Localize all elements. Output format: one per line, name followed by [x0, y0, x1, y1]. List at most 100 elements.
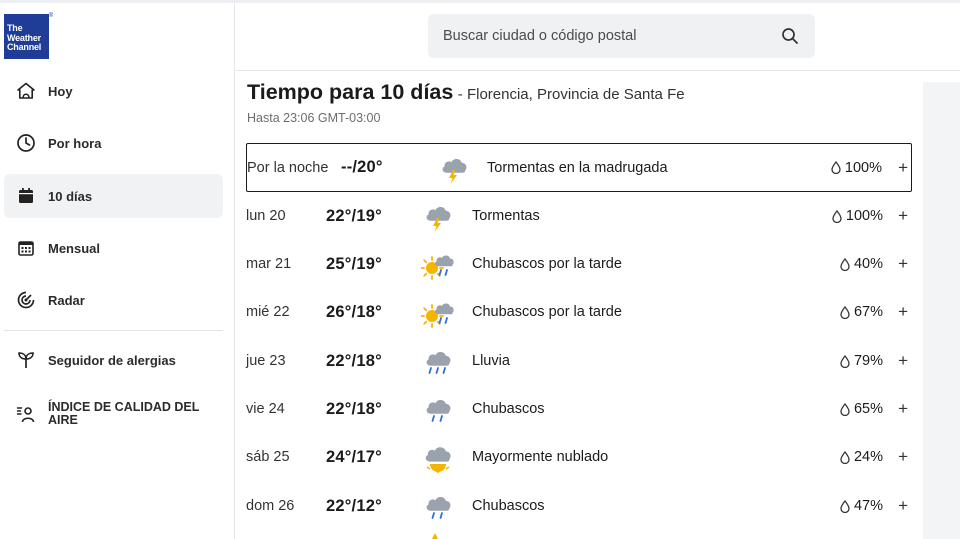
- calendar-icon: [16, 186, 36, 206]
- mostly-cloudy-icon: [425, 447, 451, 473]
- precip-chance: 47%: [840, 498, 883, 514]
- raindrop-icon: [840, 499, 850, 513]
- page-title: Tiempo para 10 días: [247, 80, 454, 104]
- forecast-description: Chubascos por la tarde: [472, 256, 622, 272]
- search-icon[interactable]: [780, 26, 800, 46]
- forecast-description: Mayormente nublado: [472, 449, 609, 465]
- shower-cloud-icon: [426, 496, 451, 519]
- forecast-temp: 22°/18°: [326, 351, 382, 370]
- forecast-day: dom 26: [246, 498, 295, 514]
- rain-cloud-icon: [426, 351, 451, 374]
- forecast-row[interactable]: mar 21 25°/19° Chubascos por la tarde 40…: [246, 240, 912, 288]
- forecast-description: Lluvia: [472, 353, 510, 369]
- precip-value: 65%: [853, 401, 883, 417]
- forecast-description: Chubascos: [472, 401, 545, 417]
- forecast-day: sáb 25: [246, 449, 290, 465]
- forecast-temp: 25°/19°: [326, 254, 382, 273]
- expand-icon[interactable]: +: [898, 496, 908, 516]
- search-input[interactable]: [443, 28, 780, 44]
- expand-icon[interactable]: +: [898, 206, 908, 226]
- plant-icon: [16, 350, 36, 370]
- forecast-day: mié 22: [246, 304, 290, 320]
- precip-value: 100%: [845, 208, 883, 224]
- forecast-day: jue 23: [246, 353, 286, 369]
- search-bar: [428, 14, 815, 58]
- forecast-description: Chubascos por la tarde: [472, 304, 622, 320]
- sidebar-item-label: Seguidor de alergias: [48, 352, 176, 368]
- precip-value: 47%: [853, 498, 883, 514]
- forecast-description: Tormentas en la madrugada: [487, 159, 668, 176]
- sidebar-item-hoy[interactable]: Hoy: [4, 69, 223, 113]
- forecast-day: vie 24: [246, 401, 285, 417]
- forecast-temp: 22°/19°: [326, 206, 382, 225]
- right-gutter: [923, 82, 960, 539]
- sidebar: The Weather Channel ® Hoy Por hora 10 dí…: [0, 3, 235, 539]
- forecast-temp: 26°/18°: [326, 302, 382, 321]
- sidebar-divider: [4, 330, 223, 331]
- sidebar-item-mensual[interactable]: Mensual: [4, 226, 223, 270]
- precip-value: 79%: [853, 353, 883, 369]
- forecast-temp: 24°/17°: [326, 447, 382, 466]
- forecast-row[interactable]: vie 24 22°/18° Chubascos 65% +: [246, 385, 912, 433]
- expand-icon[interactable]: +: [898, 158, 908, 178]
- forecast-row[interactable]: sáb 25 24°/17° Mayormente nublado 24% +: [246, 433, 912, 481]
- forecast-day: mar 21: [246, 256, 292, 272]
- page-heading: Tiempo para 10 días - Florencia, Provinc…: [247, 80, 685, 105]
- precip-value: 40%: [853, 256, 883, 272]
- raindrop-icon: [840, 354, 850, 368]
- raindrop-icon: [840, 257, 850, 271]
- forecast-row[interactable]: Por la noche --/20° Tormentas en la madr…: [246, 143, 912, 192]
- raindrop-icon: [840, 305, 850, 319]
- sidebar-item-label: Por hora: [48, 135, 102, 151]
- sidebar-item-calidad-aire[interactable]: ÍNDICE DE CALIDAD DEL AIRE: [4, 392, 223, 436]
- precip-chance: 40%: [840, 256, 883, 272]
- forecast-day: lun 20: [246, 208, 286, 224]
- precip-chance: 67%: [840, 304, 883, 320]
- sidebar-item-label: Radar: [48, 292, 85, 308]
- precip-value: 67%: [853, 304, 883, 320]
- sidebar-item-label: Mensual: [48, 240, 101, 256]
- thunderstorm-icon: [426, 206, 451, 232]
- forecast-row[interactable]: lun 20 22°/19° Tormentas 100% +: [246, 192, 912, 240]
- location-label: - Florencia, Provincia de Santa Fe: [457, 86, 685, 103]
- expand-icon[interactable]: +: [898, 302, 908, 322]
- logo-line-3: Channel: [7, 42, 42, 52]
- precip-chance: 24%: [840, 449, 883, 465]
- expand-icon[interactable]: +: [898, 447, 908, 467]
- forecast-temp: --/20°: [341, 158, 383, 176]
- expand-icon[interactable]: +: [898, 399, 908, 419]
- raindrop-icon: [840, 450, 850, 464]
- calendar-grid-icon: [16, 238, 36, 258]
- precip-chance: 79%: [840, 353, 883, 369]
- expand-icon[interactable]: +: [898, 351, 908, 371]
- sun-rain-cloud-icon: [421, 255, 454, 280]
- sidebar-item-alergias[interactable]: Seguidor de alergias: [4, 338, 223, 382]
- sun-rain-cloud-icon: [421, 303, 454, 328]
- raindrop-icon: [840, 402, 850, 416]
- precip-chance: 100%: [831, 160, 882, 176]
- sidebar-item-label: 10 días: [48, 188, 93, 204]
- forecast-description: Chubascos: [472, 498, 545, 514]
- forecast-temp: 22°/12°: [326, 496, 382, 515]
- sidebar-item-por-hora[interactable]: Por hora: [4, 121, 223, 165]
- sidebar-item-radar[interactable]: Radar: [4, 278, 223, 322]
- weather-channel-logo[interactable]: The Weather Channel ®: [4, 13, 53, 59]
- precip-value: 100%: [844, 159, 882, 176]
- precip-chance: 100%: [832, 208, 883, 224]
- house-icon: [16, 81, 36, 101]
- precip-chance: 65%: [840, 401, 883, 417]
- precip-value: 24%: [853, 449, 883, 465]
- sidebar-item-10-dias[interactable]: 10 días: [4, 174, 223, 218]
- forecast-day: Por la noche: [247, 159, 329, 176]
- sidebar-item-label: Hoy: [48, 83, 73, 99]
- updated-time: Hasta 23:06 GMT-03:00: [247, 111, 381, 125]
- raindrop-icon: [831, 161, 841, 174]
- forecast-row[interactable]: jue 23 22°/18° Lluvia 79% +: [246, 337, 912, 385]
- registered-mark: ®: [48, 13, 53, 19]
- forecast-row[interactable]: dom 26 22°/12° Chubascos 47% +: [246, 482, 912, 530]
- forecast-description: Tormentas: [472, 208, 540, 224]
- expand-icon[interactable]: +: [898, 254, 908, 274]
- clock-icon: [16, 133, 36, 153]
- partial-weather-icon: [432, 533, 438, 539]
- forecast-row[interactable]: mié 22 26°/18° Chubascos por la tarde 67…: [246, 288, 912, 336]
